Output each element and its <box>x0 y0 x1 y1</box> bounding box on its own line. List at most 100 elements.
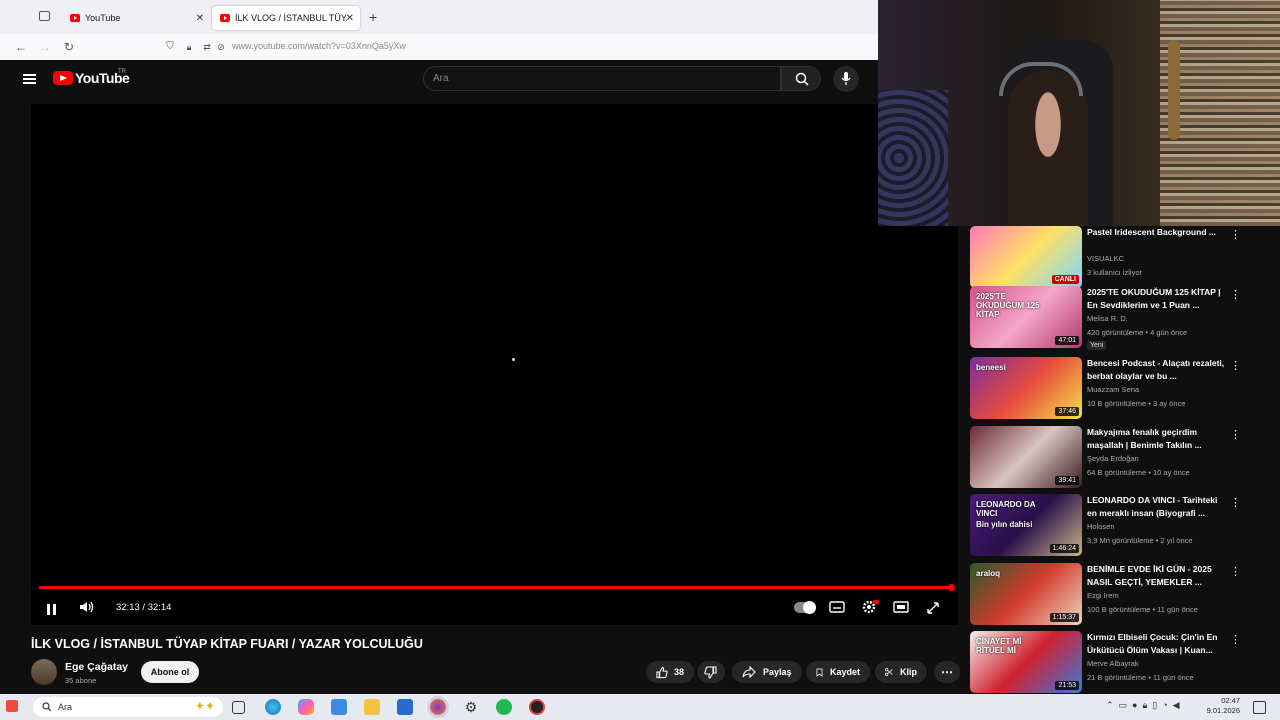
tab-video[interactable]: İLK VLOG / İSTANBUL TÜYAP Kİ ✕ <box>212 6 360 30</box>
more-options-icon[interactable]: ⋮ <box>1230 496 1241 509</box>
video-thumbnail[interactable]: CİNAYET Mİ RİTÜEL Mİ 21:53 <box>970 631 1082 693</box>
forward-arrow-icon[interactable]: → <box>36 38 54 56</box>
dislike-button[interactable] <box>697 661 725 683</box>
video-thumbnail[interactable]: LEONARDO DA VINCI Bin yılın dahisi 1:46:24 <box>970 494 1082 556</box>
recommendation-item[interactable]: 39:41 Makyajıma fenalık geçirdim maşallah… <box>970 426 1241 488</box>
start-logo-icon[interactable] <box>6 700 18 712</box>
recommendation-channel[interactable]: VISUALKC <box>1087 254 1124 263</box>
recommendation-title[interactable]: Makyajıma fenalık geçirdim maşallah | Be… <box>1087 426 1227 452</box>
volume-icon[interactable] <box>79 600 95 614</box>
more-options-icon[interactable]: ⋮ <box>1230 565 1241 578</box>
recommendation-title[interactable]: BENİMLE EVDE İKİ GÜN - 2025 NASIL GEÇTİ,… <box>1087 563 1227 589</box>
tab-youtube[interactable]: YouTube ✕ <box>62 6 210 30</box>
taskbar-clock[interactable]: 02:47 9.01.2026 <box>1204 696 1240 716</box>
edge-browser-icon[interactable] <box>265 699 281 715</box>
autoplay-toggle[interactable] <box>794 601 816 614</box>
recommendation-item[interactable]: CİNAYET Mİ RİTÜEL Mİ 21:53 Kırmızı Elbisel… <box>970 631 1241 693</box>
more-options-icon[interactable]: ⋮ <box>1230 359 1241 372</box>
back-arrow-icon[interactable]: ← <box>12 38 30 56</box>
duration-badge: 21:53 <box>1055 681 1079 690</box>
more-options-icon[interactable]: ⋮ <box>1230 288 1241 301</box>
recommendation-channel[interactable]: Şeyda Erdoğan <box>1087 454 1139 463</box>
firefox-icon[interactable] <box>430 699 446 715</box>
search-button[interactable] <box>781 66 821 91</box>
recommendation-title[interactable]: Kırmızı Elbiseli Çocuk: Çin'in En Ürkütü… <box>1087 631 1227 657</box>
video-thumbnail[interactable]: 2025'TE OKUDUĞUM 125 KİTAP 47:01 <box>970 286 1082 348</box>
recommendation-meta: 64 B görüntüleme • 10 ay önce <box>1087 468 1190 477</box>
vpn-app-icon[interactable] <box>397 699 413 715</box>
recommendation-meta: 3 kullanıcı izliyor <box>1087 268 1143 277</box>
notifications-icon[interactable] <box>1253 701 1266 714</box>
thumbnail-text: LEONARDO DA VINCI <box>976 500 1036 518</box>
recommendation-meta: 100 B görüntüleme • 11 gün önce <box>1087 605 1198 614</box>
video-thumbnail[interactable]: 39:41 <box>970 426 1082 488</box>
recommendation-title[interactable]: LEONARDO DA VINCI - Tarihteki en meraklı… <box>1087 494 1227 520</box>
file-explorer-icon[interactable] <box>364 699 380 715</box>
pause-icon[interactable] <box>47 602 59 620</box>
more-options-icon[interactable]: ⋮ <box>1230 633 1241 646</box>
spotify-icon[interactable] <box>496 699 512 715</box>
subscribe-button[interactable]: Abone ol <box>141 661 199 683</box>
search-icon <box>42 702 52 712</box>
tracking-icon[interactable]: ⊘ <box>212 38 230 56</box>
miniplayer-icon[interactable] <box>893 600 909 614</box>
close-tab-icon[interactable]: ✕ <box>346 13 354 24</box>
more-options-icon[interactable]: ⋮ <box>1230 428 1241 441</box>
recommendation-channel[interactable]: Muazzam Sena <box>1087 385 1139 394</box>
youtube-favicon-icon <box>220 14 230 22</box>
lock-icon[interactable]: 🔒︎ <box>180 38 198 56</box>
channel-avatar[interactable] <box>31 659 57 685</box>
recommendation-channel[interactable]: Holosen <box>1087 522 1115 531</box>
settings-gear-icon[interactable]: ⚙ <box>463 699 479 715</box>
like-button[interactable]: 38 <box>646 661 694 683</box>
recommendation-channel[interactable]: Merve Albayrak <box>1087 659 1139 668</box>
fullscreen-icon[interactable] <box>926 601 940 615</box>
recommendation-item[interactable]: 2025'TE OKUDUĞUM 125 KİTAP 47:01 2025'TE O… <box>970 286 1241 350</box>
search-input[interactable] <box>423 66 781 91</box>
recommendation-item[interactable]: beneesi 37:46 Bencesi Podcast - Alaçatı re… <box>970 357 1241 419</box>
reload-icon[interactable]: ↻ <box>60 38 78 56</box>
url-bar-text[interactable]: www.youtube.com/watch?v=03XnnQa5yXw <box>232 41 406 51</box>
video-thumbnail[interactable]: CANLI <box>970 226 1082 288</box>
browser-tab-bar: YouTube ✕ İLK VLOG / İSTANBUL TÜYAP Kİ ✕… <box>0 0 878 34</box>
new-tab-button[interactable]: + <box>369 9 377 25</box>
microphone-icon <box>841 72 851 85</box>
more-actions-button[interactable]: ⋯ <box>934 661 960 683</box>
share-button[interactable]: Paylaş <box>732 661 802 683</box>
recommendation-channel[interactable]: Melisa R. D. <box>1087 314 1128 323</box>
duration-badge: 39:41 <box>1055 476 1079 485</box>
close-tab-icon[interactable]: ✕ <box>196 13 204 24</box>
store-icon[interactable] <box>331 699 347 715</box>
search-highlight-icon: ✦✦ <box>194 699 215 713</box>
recommendation-title[interactable]: Pastel Iridescent Background ... <box>1087 226 1227 239</box>
voice-search-button[interactable] <box>833 66 859 92</box>
search-placeholder: Ara <box>433 73 449 84</box>
system-tray-icons[interactable]: ⌃▭●🔒︎▯◔◀︎ <box>1106 700 1185 711</box>
taskbar-search-box[interactable]: Ara ✦✦ <box>33 697 223 717</box>
video-thumbnail[interactable]: beneesi 37:46 <box>970 357 1082 419</box>
more-options-icon[interactable]: ⋮ <box>1230 228 1241 241</box>
youtube-logo-icon[interactable] <box>53 71 73 85</box>
hamburger-menu-icon[interactable] <box>23 72 36 86</box>
tab-overview-icon[interactable] <box>39 11 50 21</box>
channel-name[interactable]: Ege Çağatay <box>65 661 128 673</box>
recommendation-channel[interactable]: Ezgi İrem <box>1087 591 1119 600</box>
clip-button[interactable]: Klip <box>875 661 927 683</box>
video-thumbnail[interactable]: araloq 1:15:37 <box>970 563 1082 625</box>
shield-icon[interactable]: ⛉ <box>161 38 179 56</box>
progress-bar[interactable] <box>39 586 952 589</box>
subtitles-icon[interactable] <box>829 600 845 614</box>
obs-icon[interactable] <box>529 699 545 715</box>
mannequin-image <box>1168 40 1180 140</box>
recommendation-item[interactable]: araloq 1:15:37 BENİMLE EVDE İKİ GÜN - 2025… <box>970 563 1241 625</box>
video-player[interactable] <box>31 104 958 625</box>
save-button[interactable]: Kaydet <box>806 661 870 683</box>
recommendation-title[interactable]: Bencesi Podcast - Alaçatı rezaleti, berb… <box>1087 357 1227 383</box>
subscriber-count: 35 abone <box>65 676 97 685</box>
recommendation-title[interactable]: 2025'TE OKUDUĞUM 125 KİTAP | En Sevdikle… <box>1087 286 1227 312</box>
copilot-icon[interactable] <box>298 699 314 715</box>
recommendation-item[interactable]: LEONARDO DA VINCI Bin yılın dahisi 1:46:24… <box>970 494 1241 556</box>
loading-spinner-icon <box>512 358 515 361</box>
task-view-icon[interactable] <box>232 701 245 714</box>
recommendation-item[interactable]: CANLI Pastel Iridescent Background ... VIS… <box>970 226 1241 288</box>
